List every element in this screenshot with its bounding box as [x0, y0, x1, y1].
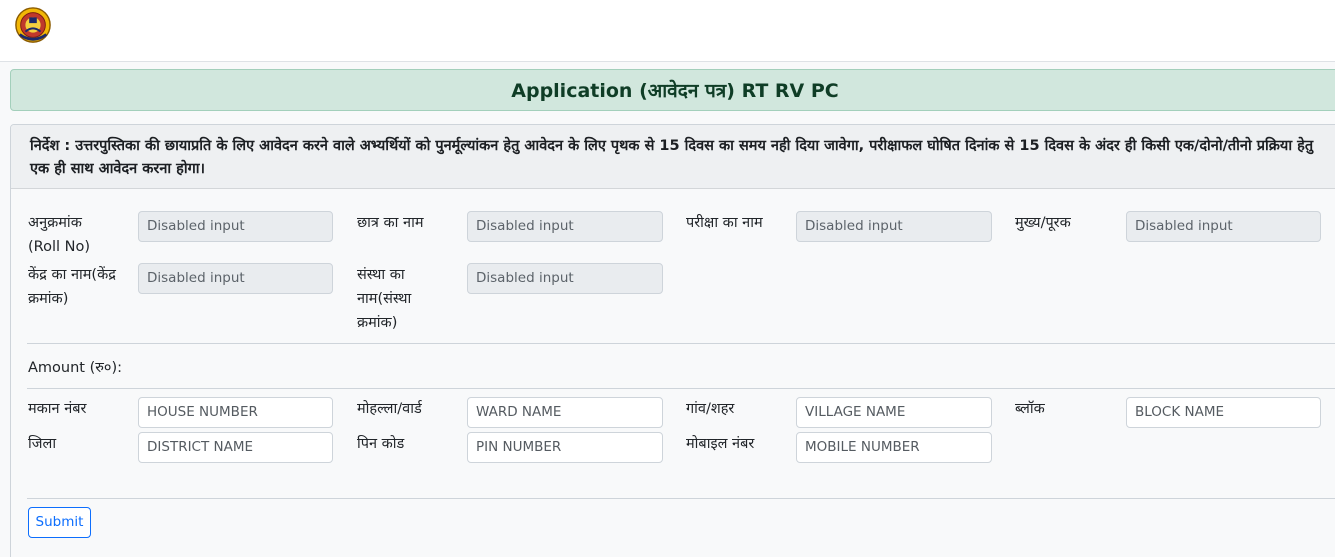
institute-name-label: संस्था का नाम(संस्था क्रमांक) [357, 267, 412, 331]
divider [27, 388, 1335, 389]
top-bar [0, 0, 1335, 62]
student-name-label: छात्र का नाम [357, 215, 424, 231]
exam-name-field: Disabled input [796, 211, 992, 242]
amount-label: Amount (रु०): [28, 360, 122, 376]
village-input[interactable]: VILLAGE NAME [796, 397, 992, 428]
block-label: ब्लॉक [1015, 401, 1045, 417]
institute-name-field: Disabled input [467, 263, 663, 294]
instruction-notice: निर्देश : उत्तरपुस्तिका की छायाप्रति के … [11, 125, 1335, 189]
district-input[interactable]: DISTRICT NAME [138, 432, 333, 463]
roll-no-label: अनुक्रमांक (Roll No) [28, 215, 90, 255]
centre-name-label: केंद्र का नाम(केंद्र क्रमांक) [28, 267, 116, 307]
ward-input[interactable]: WARD NAME [467, 397, 663, 428]
centre-name-field: Disabled input [138, 263, 333, 294]
divider [27, 498, 1335, 499]
village-label: गांव/शहर [686, 401, 735, 417]
mobile-number-input[interactable]: MOBILE NUMBER [796, 432, 992, 463]
roll-no-field: Disabled input [138, 211, 333, 242]
ward-label: मोहल्ला/वार्ड [357, 401, 422, 417]
pin-code-label: पिन कोड [357, 436, 405, 452]
house-number-input[interactable]: HOUSE NUMBER [138, 397, 333, 428]
district-label: जिला [28, 436, 57, 452]
house-number-label: मकान नंबर [28, 401, 87, 417]
main-supplementary-field: Disabled input [1126, 211, 1321, 242]
divider [27, 343, 1335, 344]
exam-name-label: परीक्षा का नाम [686, 215, 763, 231]
main-supplementary-label: मुख्य/पूरक [1015, 215, 1071, 231]
submit-button[interactable]: Submit [28, 507, 91, 538]
application-form: निर्देश : उत्तरपुस्तिका की छायाप्रति के … [10, 124, 1335, 557]
university-seal-icon [15, 7, 51, 43]
mobile-number-label: मोबाइल नंबर [686, 436, 755, 452]
student-name-field: Disabled input [467, 211, 663, 242]
page-title-banner: Application (आवेदन पत्र) RT RV PC [10, 69, 1335, 111]
page-title: Application (आवेदन पत्र) RT RV PC [511, 80, 839, 102]
pin-code-input[interactable]: PIN NUMBER [467, 432, 663, 463]
block-input[interactable]: BLOCK NAME [1126, 397, 1321, 428]
